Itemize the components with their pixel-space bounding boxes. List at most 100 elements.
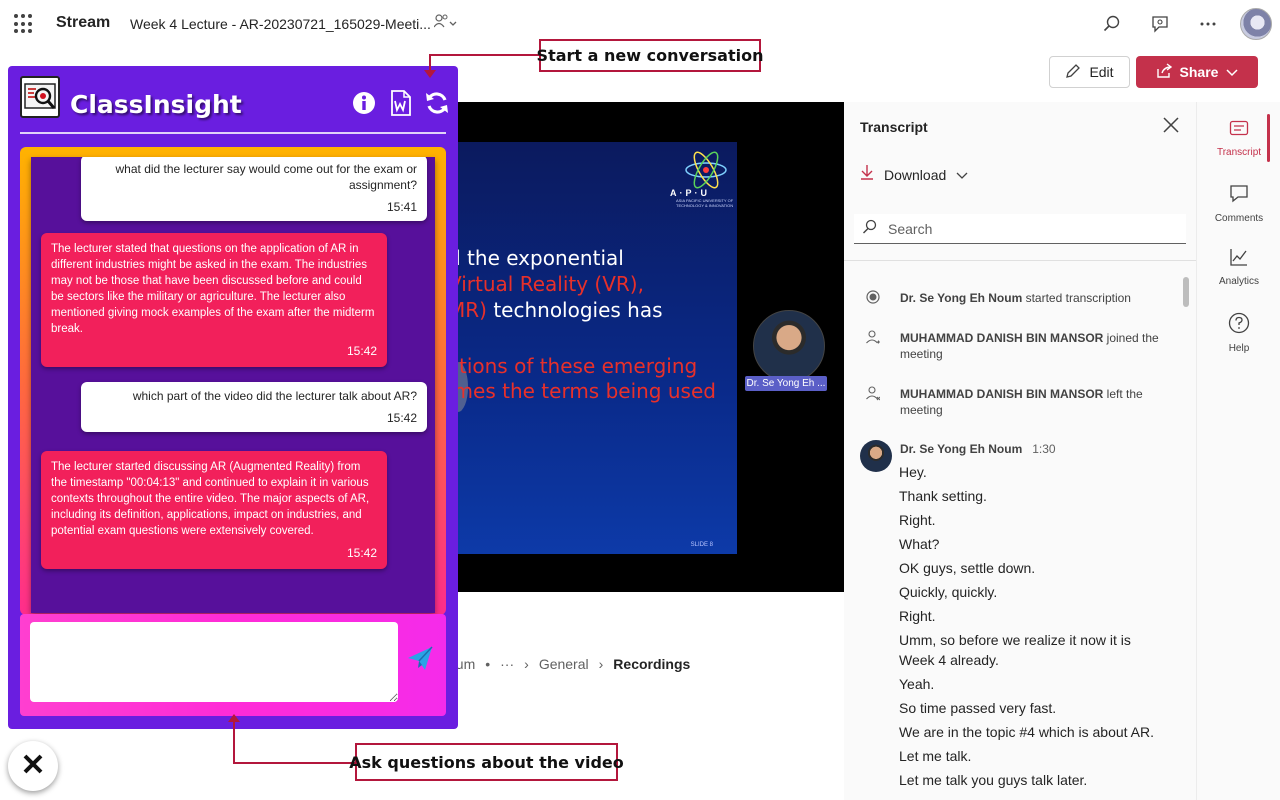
callout-connector bbox=[430, 54, 540, 56]
event-name: MUHAMMAD DANISH BIN MANSOR bbox=[900, 387, 1104, 401]
slide-number: SLIDE 8 bbox=[690, 542, 713, 548]
speaker-name: Dr. Se Yong Eh Noum bbox=[900, 442, 1023, 456]
transcript-search-input[interactable]: Search bbox=[854, 214, 1186, 244]
transcript-line[interactable]: OK guys, settle down. bbox=[899, 558, 1169, 578]
transcript-line[interactable]: We are in the topic #4 which is about AR… bbox=[899, 722, 1169, 742]
record-icon bbox=[866, 290, 880, 307]
transcript-line[interactable]: Let me talk. bbox=[899, 746, 1169, 766]
transcript-icon bbox=[1197, 120, 1280, 143]
event-name: Dr. Se Yong Eh Noum bbox=[900, 291, 1023, 305]
transcript-line[interactable]: What? bbox=[899, 534, 1169, 554]
presenter-video-thumbnail bbox=[753, 310, 825, 382]
scrollbar-thumb[interactable] bbox=[1183, 277, 1189, 307]
input-frame bbox=[20, 614, 446, 716]
chevron-right-icon: › bbox=[524, 656, 529, 672]
close-icon[interactable] bbox=[1162, 114, 1180, 140]
download-label: Download bbox=[884, 166, 947, 183]
chevron-down-icon bbox=[956, 167, 968, 183]
rail-item-transcript[interactable]: Transcript bbox=[1197, 120, 1280, 158]
message-text: what did the lecturer say would come out… bbox=[115, 162, 417, 192]
search-placeholder: Search bbox=[888, 220, 933, 237]
document-title[interactable]: Week 4 Lecture - AR-20230721_165029-Meet… bbox=[130, 16, 431, 32]
info-icon[interactable] bbox=[351, 90, 377, 116]
transcript-line[interactable]: Thank setting. bbox=[899, 486, 1169, 506]
presenter-name-label: Dr. Se Yong Eh ... bbox=[745, 376, 827, 391]
question-input[interactable] bbox=[30, 622, 398, 702]
transcript-line[interactable]: Right. bbox=[899, 606, 1169, 626]
logo-text: A·P·U bbox=[670, 188, 710, 198]
breadcrumb-ellipsis[interactable]: ··· bbox=[500, 656, 514, 672]
bullet-separator: • bbox=[485, 656, 491, 672]
logo-subtext: ASIA PACIFIC UNIVERSITY OF TECHNOLOGY & … bbox=[676, 198, 734, 208]
message-text: The lecturer stated that questions on th… bbox=[51, 243, 375, 335]
breadcrumb: oum • ··· › General › Recordings bbox=[448, 656, 690, 672]
speaker-header: Dr. Se Yong Eh Noum 1:30 bbox=[900, 442, 1056, 456]
people-chevron-icon[interactable] bbox=[433, 14, 458, 33]
app-launcher-icon[interactable] bbox=[14, 14, 34, 34]
slide-line: ctions of these emerging bbox=[448, 354, 698, 378]
transcript-event: Dr. Se Yong Eh Noum started transcriptio… bbox=[900, 290, 1170, 306]
rail-item-help[interactable]: Help bbox=[1197, 312, 1280, 354]
breadcrumb-item-recordings: Recordings bbox=[613, 656, 691, 672]
user-message: which part of the video did the lecturer… bbox=[81, 382, 427, 432]
lecture-slide: A·P·U ASIA PACIFIC UNIVERSITY OF TECHNOL… bbox=[448, 142, 737, 554]
more-options-icon[interactable] bbox=[1196, 12, 1220, 36]
transcript-line[interactable]: Yeah. bbox=[899, 674, 1169, 694]
send-icon[interactable] bbox=[406, 644, 436, 674]
callout-connector bbox=[233, 721, 235, 763]
share-icon bbox=[1156, 62, 1172, 82]
slide-line: MR) technologies has bbox=[448, 298, 663, 322]
video-player[interactable]: A·P·U ASIA PACIFIC UNIVERSITY OF TECHNOL… bbox=[448, 102, 844, 592]
transcript-lines: Hey. Thank setting. Right. What? OK guys… bbox=[899, 462, 1169, 794]
rail-item-analytics[interactable]: Analytics bbox=[1197, 247, 1280, 287]
chat-history[interactable]: what did the lecturer say would come out… bbox=[31, 157, 435, 613]
close-icon bbox=[22, 751, 44, 782]
word-document-icon[interactable] bbox=[388, 90, 414, 116]
download-button[interactable]: Download bbox=[860, 164, 968, 185]
transcript-event: MUHAMMAD DANISH BIN MANSOR joined the me… bbox=[900, 330, 1170, 362]
transcript-title: Transcript bbox=[860, 119, 928, 135]
message-time: 15:41 bbox=[386, 200, 417, 214]
message-time: 15:42 bbox=[346, 344, 377, 358]
pencil-icon bbox=[1065, 63, 1081, 82]
right-rail: Transcript Comments Analytics Help bbox=[1196, 102, 1280, 800]
transcript-line[interactable]: Hey. bbox=[899, 462, 1169, 482]
callout-new-conversation: Start a new conversation bbox=[537, 39, 763, 72]
share-button[interactable]: Share bbox=[1136, 56, 1258, 88]
message-text: The lecturer started discussing AR (Augm… bbox=[51, 461, 370, 537]
share-label: Share bbox=[1179, 64, 1219, 80]
rail-item-comments[interactable]: Comments bbox=[1197, 184, 1280, 224]
rail-label: Comments bbox=[1214, 213, 1264, 224]
app-name[interactable]: Stream bbox=[56, 14, 110, 32]
callout-ask-questions: Ask questions about the video bbox=[349, 743, 624, 781]
classinsight-header: ClassInsight bbox=[20, 74, 448, 134]
callout-arrow bbox=[228, 714, 240, 722]
search-icon[interactable] bbox=[1100, 12, 1124, 36]
speaker-avatar bbox=[860, 440, 892, 472]
transcript-line[interactable]: Right. bbox=[899, 510, 1169, 530]
feedback-icon[interactable] bbox=[1148, 12, 1172, 36]
breadcrumb-item-general[interactable]: General bbox=[539, 656, 589, 672]
rail-label: Transcript bbox=[1216, 147, 1262, 158]
slide-line: d the exponential bbox=[448, 246, 624, 270]
transcript-line[interactable]: Let me talk you guys talk later. bbox=[899, 770, 1169, 790]
transcript-line[interactable]: Umm, so before we realize it now it is W… bbox=[899, 630, 1169, 670]
speaker-timestamp[interactable]: 1:30 bbox=[1032, 442, 1055, 456]
user-message: what did the lecturer say would come out… bbox=[81, 157, 427, 221]
refresh-icon[interactable] bbox=[424, 90, 450, 116]
analytics-icon bbox=[1197, 247, 1280, 272]
bot-message: The lecturer stated that questions on th… bbox=[41, 233, 387, 367]
user-avatar[interactable] bbox=[1240, 8, 1272, 40]
slide-line: Virtual Reality (VR), bbox=[448, 272, 644, 296]
callout-connector bbox=[233, 762, 357, 764]
rail-label: Help bbox=[1228, 343, 1250, 354]
download-icon bbox=[860, 164, 874, 185]
transcript-panel: Transcript Download Search Dr. Se Yong E… bbox=[844, 102, 1196, 800]
transcript-line[interactable]: Quickly, quickly. bbox=[899, 582, 1169, 602]
transcript-event: MUHAMMAD DANISH BIN MANSOR left the meet… bbox=[900, 386, 1170, 418]
edit-button[interactable]: Edit bbox=[1049, 56, 1130, 88]
close-panel-button[interactable] bbox=[8, 741, 58, 791]
transcript-line[interactable]: So time passed very fast. bbox=[899, 698, 1169, 718]
edit-label: Edit bbox=[1089, 64, 1114, 80]
divider bbox=[844, 260, 1196, 261]
